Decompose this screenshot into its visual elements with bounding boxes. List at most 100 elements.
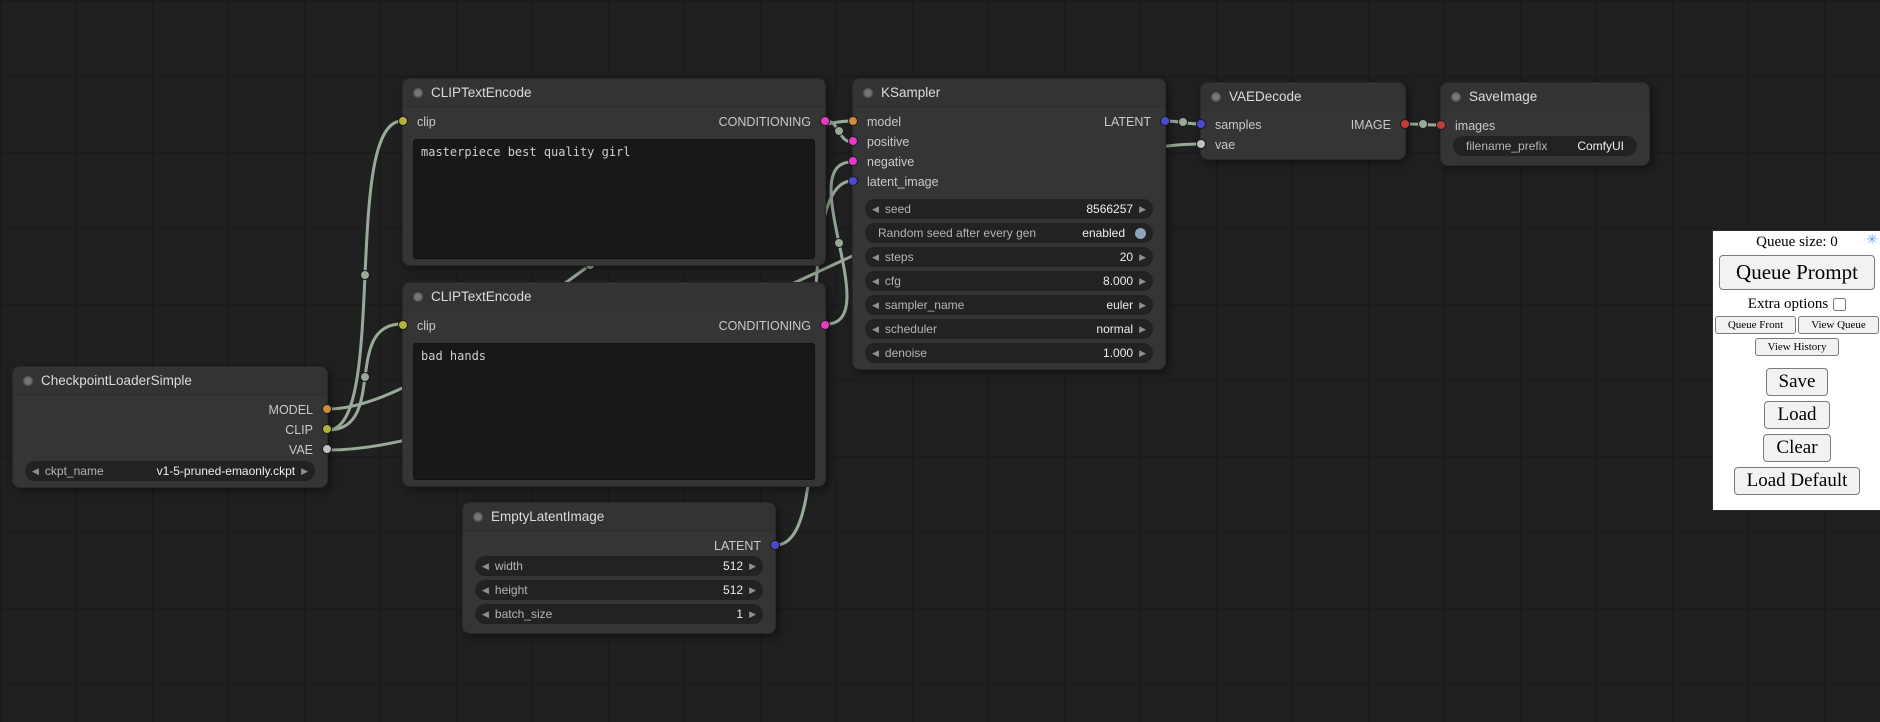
- port-latent-image-input[interactable]: [848, 176, 858, 186]
- widget-scheduler[interactable]: ◀ scheduler normal ▶: [865, 319, 1153, 339]
- collapse-dot-icon[interactable]: [1451, 92, 1461, 102]
- widget-filename-prefix[interactable]: filename_prefix ComfyUI: [1453, 136, 1637, 156]
- arrow-right-icon[interactable]: ▶: [749, 562, 756, 571]
- node-clip-text-encode-positive[interactable]: CLIPTextEncode clip CONDITIONING masterp…: [402, 78, 826, 266]
- arrow-right-icon[interactable]: ▶: [749, 586, 756, 595]
- node-title-bar[interactable]: KSampler: [853, 79, 1165, 107]
- arrow-right-icon[interactable]: ▶: [749, 610, 756, 619]
- menu-panel: Queue size: 0 ✳ Queue Prompt Extra optio…: [1712, 230, 1880, 511]
- arrow-left-icon[interactable]: ◀: [482, 610, 489, 619]
- port-vae-input[interactable]: [1196, 139, 1206, 149]
- port-conditioning-output[interactable]: [820, 320, 830, 330]
- widget-cfg[interactable]: ◀ cfg 8.000 ▶: [865, 271, 1153, 291]
- arrow-left-icon[interactable]: ◀: [482, 562, 489, 571]
- node-clip-text-encode-negative[interactable]: CLIPTextEncode clip CONDITIONING bad han…: [402, 282, 826, 487]
- collapse-dot-icon[interactable]: [1211, 92, 1221, 102]
- settings-icon[interactable]: ✳: [1866, 232, 1878, 249]
- negative-prompt-textarea[interactable]: bad hands: [413, 343, 815, 480]
- port-model-input[interactable]: [848, 116, 858, 126]
- output-slot-latent: LATENT: [463, 536, 775, 556]
- load-button[interactable]: Load: [1764, 401, 1829, 429]
- output-label-clip: CLIP: [285, 423, 313, 437]
- widget-label: denoise: [879, 346, 927, 360]
- collapse-dot-icon[interactable]: [23, 376, 33, 386]
- collapse-dot-icon[interactable]: [863, 88, 873, 98]
- positive-prompt-textarea[interactable]: masterpiece best quality girl: [413, 139, 815, 259]
- node-title-bar[interactable]: VAEDecode: [1201, 83, 1405, 111]
- port-images-input[interactable]: [1436, 120, 1446, 130]
- link-ksampler-to-samples: [1166, 121, 1200, 124]
- link-clip-to-positive-encode: [328, 121, 402, 430]
- widget-value: 1: [730, 607, 749, 621]
- output-label-conditioning: CONDITIONING: [719, 115, 811, 129]
- arrow-left-icon[interactable]: ◀: [872, 277, 879, 286]
- save-button[interactable]: Save: [1766, 368, 1829, 396]
- port-model-output[interactable]: [322, 404, 332, 414]
- port-positive-input[interactable]: [848, 136, 858, 146]
- widget-width[interactable]: ◀ width 512 ▶: [475, 556, 763, 576]
- node-vae-decode[interactable]: VAEDecode samples IMAGE vae: [1200, 82, 1406, 160]
- port-latent-output[interactable]: [770, 540, 780, 550]
- port-latent-output[interactable]: [1160, 116, 1170, 126]
- node-empty-latent-image[interactable]: EmptyLatentImage LATENT ◀ width 512 ▶ ◀ …: [462, 502, 776, 634]
- port-clip-output[interactable]: [322, 424, 332, 434]
- node-title-bar[interactable]: SaveImage: [1441, 83, 1649, 111]
- arrow-right-icon[interactable]: ▶: [1139, 301, 1146, 310]
- view-queue-button[interactable]: View Queue: [1798, 316, 1879, 334]
- widget-batch-size[interactable]: ◀ batch_size 1 ▶: [475, 604, 763, 624]
- clear-button[interactable]: Clear: [1763, 434, 1830, 462]
- arrow-right-icon[interactable]: ▶: [301, 467, 308, 476]
- widget-label: Random seed after every gen: [872, 226, 1036, 240]
- port-negative-input[interactable]: [848, 156, 858, 166]
- queue-front-button[interactable]: Queue Front: [1715, 316, 1796, 334]
- port-vae-output[interactable]: [322, 444, 332, 454]
- node-title-bar[interactable]: CLIPTextEncode: [403, 283, 825, 311]
- view-history-button[interactable]: View History: [1755, 338, 1840, 356]
- arrow-left-icon[interactable]: ◀: [482, 586, 489, 595]
- arrow-left-icon[interactable]: ◀: [872, 349, 879, 358]
- widget-label: seed: [879, 202, 911, 216]
- node-title-bar[interactable]: EmptyLatentImage: [463, 503, 775, 531]
- node-save-image[interactable]: SaveImage images filename_prefix ComfyUI: [1440, 82, 1650, 166]
- widget-ckpt-name[interactable]: ◀ ckpt_name v1-5-pruned-emaonly.ckpt ▶: [25, 461, 315, 481]
- extra-options-checkbox[interactable]: [1833, 298, 1846, 311]
- widget-value: v1-5-pruned-emaonly.ckpt: [151, 464, 302, 478]
- widget-denoise[interactable]: ◀ denoise 1.000 ▶: [865, 343, 1153, 363]
- arrow-left-icon[interactable]: ◀: [872, 205, 879, 214]
- queue-size-row: Queue size: 0 ✳: [1713, 231, 1880, 253]
- workflow-buttons: Save Load Clear Load Default: [1713, 368, 1880, 495]
- port-conditioning-output[interactable]: [820, 116, 830, 126]
- arrow-right-icon[interactable]: ▶: [1139, 253, 1146, 262]
- collapse-dot-icon[interactable]: [413, 88, 423, 98]
- arrow-left-icon[interactable]: ◀: [872, 253, 879, 262]
- port-samples-input[interactable]: [1196, 119, 1206, 129]
- arrow-right-icon[interactable]: ▶: [1139, 349, 1146, 358]
- widget-seed[interactable]: ◀ seed 8566257 ▶: [865, 199, 1153, 219]
- port-clip-input[interactable]: [398, 320, 408, 330]
- widget-steps[interactable]: ◀ steps 20 ▶: [865, 247, 1153, 267]
- arrow-left-icon[interactable]: ◀: [32, 467, 39, 476]
- widget-random-seed-toggle[interactable]: Random seed after every gen enabled: [865, 223, 1153, 243]
- queue-prompt-button[interactable]: Queue Prompt: [1719, 255, 1875, 290]
- widget-height[interactable]: ◀ height 512 ▶: [475, 580, 763, 600]
- node-title-bar[interactable]: CLIPTextEncode: [403, 79, 825, 107]
- node-ksampler[interactable]: KSampler model LATENT positive negative: [852, 78, 1166, 370]
- toggle-on-icon[interactable]: [1135, 228, 1146, 239]
- input-label-latent-image: latent_image: [867, 175, 939, 189]
- load-default-button[interactable]: Load Default: [1734, 467, 1861, 495]
- node-checkpoint-loader-simple[interactable]: CheckpointLoaderSimple MODEL CLIP VAE ◀ …: [12, 366, 328, 488]
- node-title-bar[interactable]: CheckpointLoaderSimple: [13, 367, 327, 395]
- collapse-dot-icon[interactable]: [413, 292, 423, 302]
- arrow-left-icon[interactable]: ◀: [872, 301, 879, 310]
- link-midpoint-dot: [1179, 118, 1188, 127]
- collapse-dot-icon[interactable]: [473, 512, 483, 522]
- arrow-left-icon[interactable]: ◀: [872, 325, 879, 334]
- arrow-right-icon[interactable]: ▶: [1139, 205, 1146, 214]
- node-title: KSampler: [881, 85, 940, 100]
- port-image-output[interactable]: [1400, 119, 1410, 129]
- arrow-right-icon[interactable]: ▶: [1139, 325, 1146, 334]
- widget-sampler-name[interactable]: ◀ sampler_name euler ▶: [865, 295, 1153, 315]
- slot-row: positive: [853, 132, 1165, 152]
- port-clip-input[interactable]: [398, 116, 408, 126]
- arrow-right-icon[interactable]: ▶: [1139, 277, 1146, 286]
